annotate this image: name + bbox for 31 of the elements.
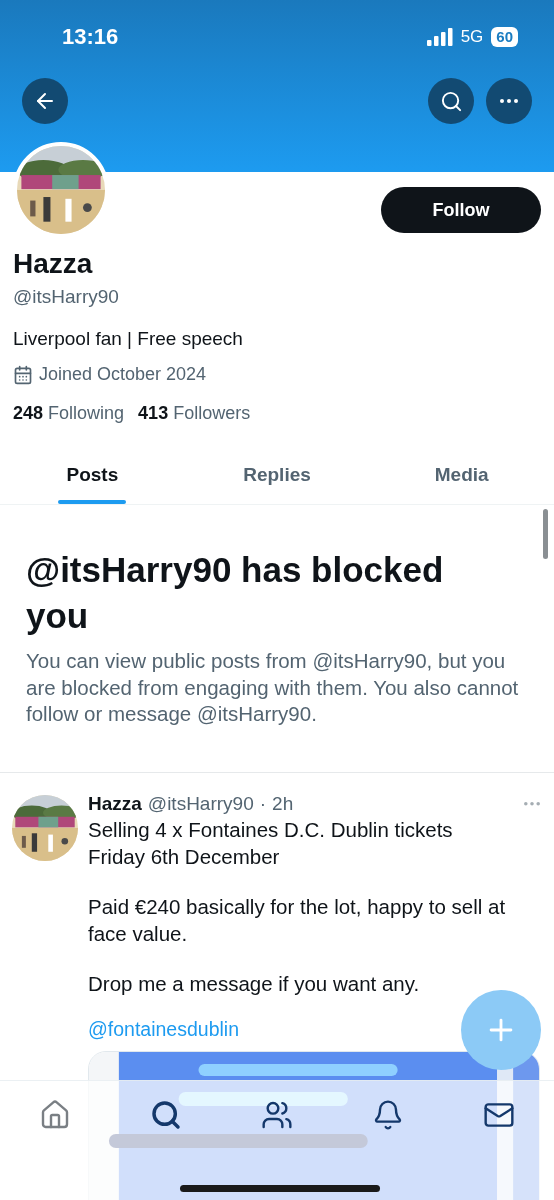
profile-bio: Liverpool fan | Free speech	[13, 328, 244, 350]
profile-tab[interactable]: Posts	[0, 446, 185, 504]
profile-name: Hazza	[13, 248, 94, 280]
profile-tab[interactable]: Media	[369, 446, 554, 504]
calendar-icon	[13, 364, 33, 385]
status-time: 13:16	[62, 24, 119, 50]
blocked-title: @itsHarry90 has blocked you	[26, 549, 445, 637]
battery-indicator: 60	[491, 27, 518, 47]
signal-icon	[426, 28, 453, 46]
post-text: Selling 4 x Fontaines D.C. Dublin tickets Friday 6th December	[88, 816, 454, 870]
follow-button[interactable]: Follow	[381, 187, 541, 233]
post-text: Paid €240 basically for the lot, happy to sell at face value.	[88, 894, 507, 947]
profile-handle: @itsHarry90	[13, 286, 120, 308]
network-label: 5G	[460, 27, 484, 47]
people-icon[interactable]	[261, 1099, 293, 1131]
search-button[interactable]	[428, 78, 474, 124]
post-handle: @itsHarry90	[147, 792, 254, 815]
search-icon	[439, 89, 463, 113]
followers-link[interactable]: 413 Followers	[138, 403, 251, 424]
post-time: 2h	[272, 792, 294, 815]
separator-dot: ·	[259, 792, 267, 815]
blocked-message: You can view public posts from @itsHarry90, but you are blocked from engaging with them. You also cannot follow or message @itsHarry90.	[26, 648, 520, 728]
profile-tab[interactable]: Replies	[184, 446, 370, 504]
more-icon[interactable]	[500, 99, 518, 103]
post-author: Hazza	[88, 792, 142, 815]
search-icon[interactable]	[150, 1099, 183, 1131]
following-link[interactable]: 248 Following	[13, 403, 125, 424]
post-text: Drop me a message if you want any.	[88, 971, 421, 998]
joined-date: Joined October 2024	[39, 364, 207, 385]
scrollbar	[543, 509, 548, 559]
back-button[interactable]	[22, 78, 68, 124]
